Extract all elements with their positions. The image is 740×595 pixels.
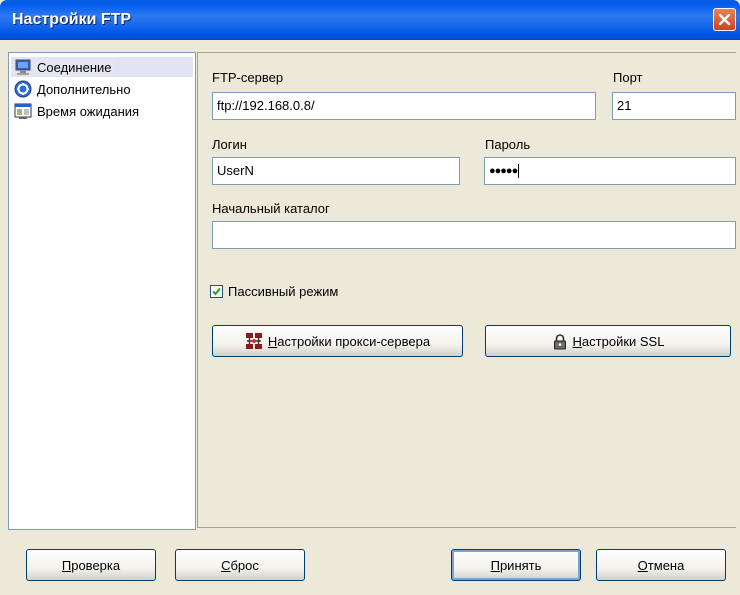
text-caret [518,164,520,179]
dialog-body: Соединение Дополнительно Время ожидания … [4,40,736,591]
proxy-settings-button[interactable]: Настройки прокси-сервера [212,325,463,357]
login-value: UserN [217,163,254,178]
close-icon [718,13,731,26]
port-label: Порт [613,70,643,85]
close-button[interactable] [713,8,736,31]
tree-item-connection[interactable]: Соединение [11,57,193,77]
server-value: ftp://192.168.0.8/ [217,98,315,113]
cancel-button[interactable]: Отмена [596,549,726,581]
proxy-network-icon [245,333,262,349]
window-title: Настройки FTP [12,11,132,28]
server-label: FTP-сервер [212,70,284,85]
title-bar[interactable]: Настройки FTP [0,0,740,40]
passive-mode-label: Пассивный режим [228,284,339,299]
ssl-settings-button[interactable]: Настройки SSL [485,325,731,357]
test-connection-button[interactable]: Проверка [26,549,156,581]
check-accel: П [61,557,72,573]
proxy-label: астройки прокси-сервера [277,333,431,349]
login-field[interactable]: UserN [212,157,460,185]
connection-panel: FTP-сервер ftp://192.168.0.8/ Порт 21 Ло… [197,52,736,528]
server-field[interactable]: ftp://192.168.0.8/ [212,92,596,120]
cancel-label: тмена [647,557,685,573]
password-value: ●●●●● [489,165,518,177]
gear-icon [14,80,32,98]
tree-item-label: Соединение [35,58,114,76]
ssl-label: астройки SSL [581,333,665,349]
accept-button[interactable]: Принять [451,549,581,581]
password-field[interactable]: ●●●●● [484,157,736,185]
tree-item-advanced[interactable]: Дополнительно [11,79,193,99]
check-label: роверка [71,557,121,573]
reset-label: брос [230,557,259,573]
start-dir-label: Начальный каталог [212,201,330,216]
passive-mode-checkbox[interactable] [210,285,223,298]
port-field[interactable]: 21 [612,92,736,120]
tree-item-label: Время ожидания [37,103,140,119]
tree-item-timeout[interactable]: Время ожидания [11,101,193,121]
tree-item-label: Дополнительно [37,81,131,97]
lock-icon [553,333,566,349]
port-value: 21 [617,98,632,113]
cancel-accel: О [637,557,648,573]
login-label: Логин [212,137,247,152]
proxy-accel: Н [267,333,278,349]
password-label: Пароль [485,137,531,152]
accept-label: ринять [499,557,542,573]
checkmark-icon [212,287,221,296]
reset-button[interactable]: Сброс [175,549,305,581]
accept-accel: П [490,557,500,573]
monitor-icon [15,59,31,75]
start-dir-field[interactable] [212,221,736,249]
ssl-accel: Н [572,333,582,349]
timeout-window-icon [14,103,32,119]
settings-tree[interactable]: Соединение Дополнительно Время ожидания [8,52,196,530]
